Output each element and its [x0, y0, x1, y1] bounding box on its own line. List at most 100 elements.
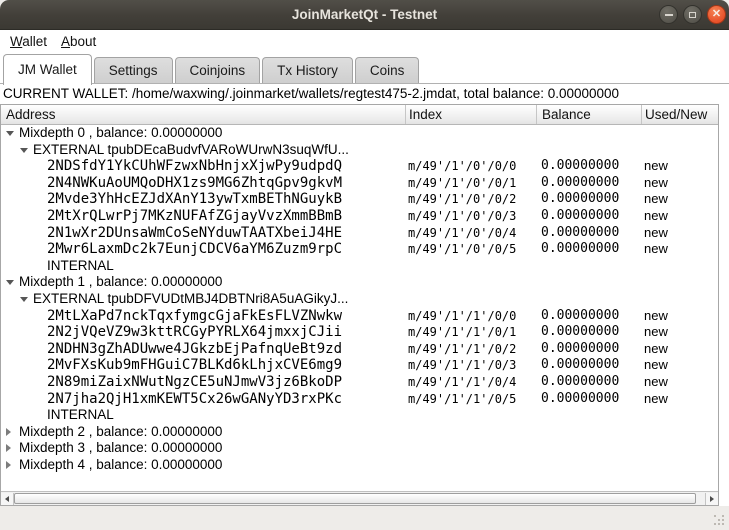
menu-bar: WalletAbout	[0, 30, 729, 52]
row-label: INTERNAL	[1, 258, 114, 275]
scroll-left-icon	[5, 496, 9, 502]
tree-group-row[interactable]: Mixdepth 4 , balance: 0.00000000	[1, 457, 718, 474]
address-row[interactable]: 2N1wXr2DUnsaWmCoSeNYduwTAATXbeiJ4HEm/49'…	[1, 225, 718, 242]
address-row[interactable]: 2Mvde3YhHcEZJdXAnY13ywTxmBEThNGuykBm/49'…	[1, 191, 718, 208]
cell-used-new: new	[641, 391, 668, 408]
scroll-right-icon	[710, 496, 714, 502]
cell-address: 2MtXrQLwrPj7MKzNUFAfZGjayVvzXmmBBmB	[1, 208, 342, 225]
minimize-button[interactable]	[659, 5, 678, 24]
cell-used-new: new	[641, 357, 668, 374]
address-row[interactable]: 2NDSfdY1YkCUhWFzwxNbHnjxXjwPy9udpdQ m/49'…	[1, 158, 718, 175]
cell-address: 2Mwr6LaxmDc2k7EunjCDCV6aYM6Zuzm9rpC	[1, 241, 342, 258]
cell-address: 2MvFXsKub9mFHGuiC7BLKd6kLhjxCVE6mg9	[1, 357, 342, 374]
cell-used-new: new	[641, 225, 668, 242]
maximize-button[interactable]	[683, 5, 702, 24]
cell-index: m/49'/1'/1'/0/2	[405, 341, 516, 358]
menu-wallet[interactable]: Wallet	[3, 32, 54, 51]
address-row[interactable]: 2MtLXaPd7nckTqxfymgcGjaFkEsFLVZNwkwm/49'…	[1, 308, 718, 325]
tab-jm-wallet[interactable]: JM Wallet	[3, 54, 92, 85]
address-row[interactable]: 2MtXrQLwrPj7MKzNUFAfZGjayVvzXmmBBmBm/49'…	[1, 208, 718, 225]
cell-index: m/49'/1'/1'/0/0	[405, 308, 516, 325]
cell-used-new: new	[641, 308, 668, 325]
minus-icon	[665, 14, 673, 16]
cell-address: 2NDSfdY1YkCUhWFzwxNbHnjxXjwPy9udpdQ	[1, 158, 342, 175]
row-label: Mixdepth 2 , balance: 0.00000000	[1, 424, 222, 441]
address-row[interactable]: 2N7jha2QjH1xmKEWT5Cx26wGANyYD3rxPKc m/49'…	[1, 391, 718, 408]
tab-tx-history[interactable]: Tx History	[262, 57, 353, 84]
row-label: INTERNAL	[1, 407, 114, 424]
cell-balance: 0.00000000	[536, 324, 619, 341]
cell-used-new: new	[641, 191, 668, 208]
cell-used-new: new	[641, 374, 668, 391]
window-title: JoinMarketQt - Testnet	[0, 0, 729, 30]
row-label: Mixdepth 0 , balance: 0.00000000	[1, 125, 222, 142]
row-label: EXTERNAL tpubDFVUDtMBJ4DBTNri8A5uAGikyJ.…	[1, 291, 348, 308]
cell-balance: 0.00000000	[536, 357, 619, 374]
row-label: Mixdepth 4 , balance: 0.00000000	[1, 457, 222, 474]
cell-index: m/49'/1'/0'/0/1	[405, 175, 516, 192]
cell-balance: 0.00000000	[536, 225, 619, 242]
address-row[interactable]: 2N4NWKuAoUMQoDHX1zs9MG6ZhtqGpv9gkvM m/49'…	[1, 175, 718, 192]
tab-settings[interactable]: Settings	[94, 57, 173, 84]
scroll-right-button[interactable]	[705, 493, 718, 505]
cell-balance: 0.00000000	[536, 208, 619, 225]
tree-group-row[interactable]: Mixdepth 0 , balance: 0.00000000	[1, 125, 718, 142]
row-label: EXTERNAL tpubDEcaBudvfVARoWUrwN3suqWfU..…	[1, 142, 349, 159]
horizontal-scrollbar[interactable]	[1, 491, 718, 505]
address-row[interactable]: 2NDHN3gZhADUwwe4JGkzbEjPafnqUeBt9zd m/49'…	[1, 341, 718, 358]
column-header-balance[interactable]: Balance	[536, 105, 641, 124]
address-row[interactable]: 2Mwr6LaxmDc2k7EunjCDCV6aYM6Zuzm9rpC m/49'…	[1, 241, 718, 258]
cell-balance: 0.00000000	[536, 175, 619, 192]
cell-index: m/49'/1'/0'/0/5	[405, 241, 516, 258]
cell-used-new: new	[641, 175, 668, 192]
cell-address: 2N89miZaixNWutNgzCE5uNJmwV3jz6BkoDP	[1, 374, 342, 391]
scrollbar-thumb[interactable]	[14, 493, 696, 504]
column-header-index[interactable]: Index	[405, 105, 536, 124]
tree-group-row[interactable]: EXTERNAL tpubDEcaBudvfVARoWUrwN3suqWfU..…	[1, 142, 718, 159]
menu-about[interactable]: About	[54, 32, 103, 51]
wallet-address-tree[interactable]: AddressIndexBalanceUsed/New Mixdepth 0 ,…	[0, 104, 719, 506]
cell-balance: 0.00000000	[536, 391, 619, 408]
cell-used-new: new	[641, 158, 668, 175]
address-row[interactable]: 2N2jVQeVZ9w3kttRCGyPYRLX64jmxxjCJiim/49'…	[1, 324, 718, 341]
tab-strip: JM WalletSettingsCoinjoinsTx HistoryCoin…	[0, 52, 729, 84]
column-header-used-new[interactable]: Used/New	[641, 105, 718, 124]
tab-coinjoins[interactable]: Coinjoins	[175, 57, 261, 84]
tab-coins[interactable]: Coins	[355, 57, 420, 84]
row-label: Mixdepth 1 , balance: 0.00000000	[1, 274, 222, 291]
cell-balance: 0.00000000	[536, 158, 619, 175]
cell-used-new: new	[641, 324, 668, 341]
scroll-left-button[interactable]	[1, 493, 14, 505]
cell-index: m/49'/1'/1'/0/3	[405, 357, 516, 374]
address-row[interactable]: 2N89miZaixNWutNgzCE5uNJmwV3jz6BkoDP m/49'…	[1, 374, 718, 391]
tree-group-row[interactable]: INTERNAL	[1, 258, 718, 275]
tree-group-row[interactable]: EXTERNAL tpubDFVUDtMBJ4DBTNri8A5uAGikyJ.…	[1, 291, 718, 308]
cell-address: 2N1wXr2DUnsaWmCoSeNYduwTAATXbeiJ4HE	[1, 225, 342, 242]
cell-address: 2N2jVQeVZ9w3kttRCGyPYRLX64jmxxjCJii	[1, 324, 342, 341]
tabs: JM WalletSettingsCoinjoinsTx HistoryCoin…	[3, 52, 421, 84]
resize-grip-icon[interactable]	[714, 515, 726, 527]
current-wallet-banner: CURRENT WALLET: /home/waxwing/.joinmarke…	[0, 84, 729, 104]
cell-address: 2N7jha2QjH1xmKEWT5Cx26wGANyYD3rxPKc	[1, 391, 342, 408]
tree-group-row[interactable]: INTERNAL	[1, 407, 718, 424]
column-header-address[interactable]: Address	[1, 105, 405, 124]
cell-address: 2NDHN3gZhADUwwe4JGkzbEjPafnqUeBt9zd	[1, 341, 342, 358]
cross-icon: ✕	[712, 9, 721, 20]
cell-balance: 0.00000000	[536, 191, 619, 208]
close-button[interactable]: ✕	[707, 5, 726, 24]
window-controls: ✕	[659, 5, 726, 24]
titlebar[interactable]: JoinMarketQt - Testnet ✕	[0, 0, 729, 30]
tree-group-row[interactable]: Mixdepth 1 , balance: 0.00000000	[1, 274, 718, 291]
status-bar	[0, 506, 729, 530]
cell-index: m/49'/1'/0'/0/0	[405, 158, 516, 175]
square-icon	[689, 12, 696, 18]
tree-group-row[interactable]: Mixdepth 2 , balance: 0.00000000	[1, 424, 718, 441]
tree-group-row[interactable]: Mixdepth 3 , balance: 0.00000000	[1, 440, 718, 457]
address-row[interactable]: 2MvFXsKub9mFHGuiC7BLKd6kLhjxCVE6mg9 m/49'…	[1, 357, 718, 374]
cell-used-new: new	[641, 241, 668, 258]
cell-used-new: new	[641, 208, 668, 225]
cell-index: m/49'/1'/1'/0/4	[405, 374, 516, 391]
cell-address: 2N4NWKuAoUMQoDHX1zs9MG6ZhtqGpv9gkvM	[1, 175, 342, 192]
tab-pane: CURRENT WALLET: /home/waxwing/.joinmarke…	[0, 84, 729, 506]
cell-index: m/49'/1'/1'/0/5	[405, 391, 516, 408]
